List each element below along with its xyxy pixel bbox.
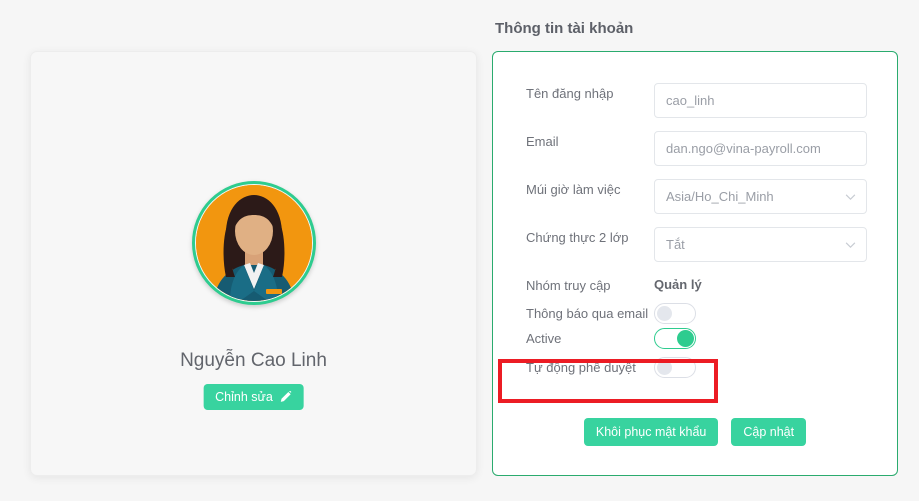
field-row-email-notify: Thông báo qua email bbox=[493, 303, 897, 324]
email-value: dan.ngo@vina-payroll.com bbox=[666, 141, 821, 156]
access-group-value: Quản lý bbox=[654, 277, 702, 292]
username-input[interactable]: cao_linh bbox=[654, 83, 867, 118]
field-row-username: Tên đăng nhập cao_linh bbox=[493, 83, 897, 118]
toggle-knob bbox=[657, 360, 672, 375]
edit-profile-label: Chỉnh sửa bbox=[215, 390, 273, 404]
timezone-value: Asia/Ho_Chi_Minh bbox=[666, 189, 774, 204]
profile-card: Nguyễn Cao Linh Chỉnh sửa bbox=[30, 51, 477, 476]
field-label-auto-approve: Tự động phê duyệt bbox=[526, 360, 636, 375]
field-label-timezone: Múi giờ làm việc bbox=[526, 182, 621, 197]
email-input[interactable]: dan.ngo@vina-payroll.com bbox=[654, 131, 867, 166]
avatar-figure-icon bbox=[195, 185, 312, 301]
field-row-auto-approve: Tự động phê duyệt bbox=[493, 357, 897, 378]
toggle-email-notify[interactable] bbox=[654, 303, 696, 324]
username-value: cao_linh bbox=[666, 93, 715, 108]
toggle-knob bbox=[657, 306, 672, 321]
user-avatar-illustration-icon bbox=[195, 185, 312, 301]
field-label-email: Email bbox=[526, 134, 559, 149]
field-row-timezone: Múi giờ làm việc Asia/Ho_Chi_Minh bbox=[493, 179, 897, 214]
update-button[interactable]: Cập nhật bbox=[731, 418, 807, 446]
account-info-panel: Tên đăng nhập cao_linh Email dan.ngo@vin… bbox=[492, 51, 898, 476]
toggle-knob bbox=[677, 330, 694, 347]
field-row-active: Active bbox=[493, 328, 897, 349]
page-title: Thông tin tài khoản bbox=[495, 20, 634, 37]
field-label-two-factor: Chứng thực 2 lớp bbox=[526, 230, 629, 245]
field-row-access-group: Nhóm truy cập Quản lý bbox=[493, 275, 897, 295]
toggle-auto-approve[interactable] bbox=[654, 357, 696, 378]
chevron-down-icon bbox=[845, 193, 856, 200]
edit-profile-button[interactable]: Chỉnh sửa bbox=[203, 384, 304, 410]
field-label-access-group: Nhóm truy cập bbox=[526, 278, 611, 293]
timezone-select[interactable]: Asia/Ho_Chi_Minh bbox=[654, 179, 867, 214]
panel-action-bar: Khôi phục mật khẩu Cập nhật bbox=[493, 418, 897, 446]
field-row-email: Email dan.ngo@vina-payroll.com bbox=[493, 131, 897, 166]
field-row-two-factor: Chứng thực 2 lớp Tắt bbox=[493, 227, 897, 262]
reset-password-button[interactable]: Khôi phục mật khẩu bbox=[583, 418, 719, 446]
toggle-active[interactable] bbox=[654, 328, 696, 349]
chevron-down-icon bbox=[845, 241, 856, 248]
two-factor-value: Tắt bbox=[666, 237, 685, 252]
field-label-active: Active bbox=[526, 331, 562, 346]
field-label-email-notify: Thông báo qua email bbox=[526, 306, 649, 321]
field-label-username: Tên đăng nhập bbox=[526, 86, 614, 101]
profile-name: Nguyễn Cao Linh bbox=[180, 350, 327, 371]
avatar bbox=[191, 181, 316, 305]
pencil-icon bbox=[280, 391, 292, 403]
two-factor-select[interactable]: Tắt bbox=[654, 227, 867, 262]
